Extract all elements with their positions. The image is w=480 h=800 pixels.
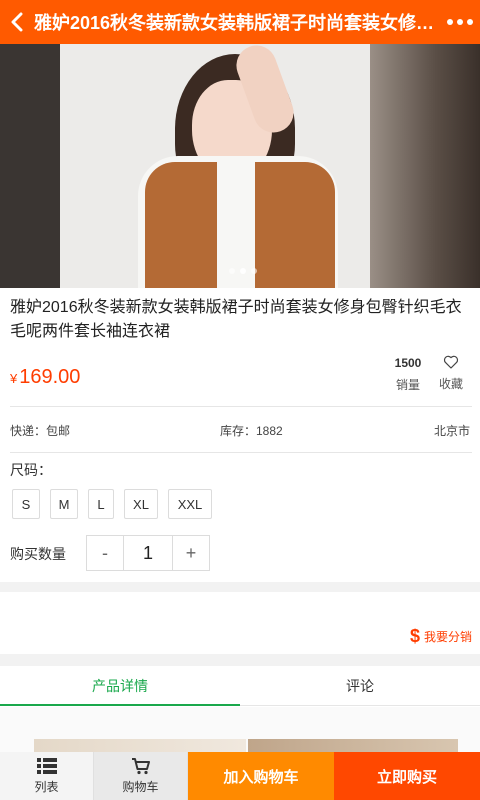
tab-product-details[interactable]: 产品详情 — [0, 666, 240, 706]
model-vest-right — [255, 162, 335, 288]
favorite-label: 收藏 — [438, 377, 463, 391]
size-option-xxl[interactable]: XXL — [168, 489, 212, 519]
chevron-left-icon — [11, 12, 23, 32]
add-to-cart-button[interactable]: 加入购物车 — [188, 752, 334, 800]
price-value: 169.00 — [19, 366, 81, 388]
size-option-s[interactable]: S — [12, 489, 40, 519]
carousel-dot[interactable] — [251, 268, 257, 274]
quantity-increase-button[interactable]: + — [173, 536, 209, 570]
more-button[interactable] — [440, 0, 480, 44]
shipping-info: 快递：包邮 — [10, 424, 71, 438]
product-image-carousel[interactable] — [0, 44, 480, 288]
more-dot — [467, 19, 473, 25]
divider — [10, 406, 472, 407]
cart-button[interactable]: 购物车 — [94, 752, 188, 800]
list-icon — [36, 758, 57, 774]
detail-image — [248, 739, 458, 753]
product-detail-content — [0, 707, 480, 753]
model-vest-left — [145, 162, 217, 288]
carousel-dot[interactable] — [229, 268, 235, 274]
distribute-label: 我要分销 — [423, 630, 472, 644]
quantity-decrease-button[interactable]: - — [87, 536, 123, 570]
list-label: 列表 — [34, 780, 59, 794]
dollar-icon: $ — [409, 626, 420, 646]
tab-reviews[interactable]: 评论 — [240, 666, 480, 705]
image-background — [0, 44, 60, 288]
distribute-link[interactable]: $ 我要分销 — [410, 626, 472, 647]
size-option-xl[interactable]: XL — [124, 489, 158, 519]
carousel-indicator — [229, 268, 257, 274]
currency-symbol: ¥ — [10, 371, 18, 386]
back-button[interactable] — [0, 0, 34, 44]
section-gap — [0, 654, 480, 666]
quantity-label: 购买数量 — [10, 546, 66, 562]
sales-count: 1500 — [394, 356, 422, 370]
sales-label: 销量 — [395, 378, 420, 392]
carousel-dot-active[interactable] — [240, 268, 246, 274]
more-dots-icon — [447, 19, 453, 25]
detail-image — [34, 739, 246, 753]
stock-info: 库存：1882 — [220, 424, 283, 438]
favorite-button[interactable]: 收藏 — [434, 354, 468, 392]
list-button[interactable]: 列表 — [0, 752, 94, 800]
buy-now-button[interactable]: 立即购买 — [334, 752, 480, 800]
size-options: S M L XL XXL — [12, 489, 212, 519]
sales-stat: 1500 销量 — [388, 356, 428, 393]
product-name: 雅妒2016秋冬装新款女装韩版裙子时尚套装女修身包臀针织毛衣毛呢两件套长袖连衣裙 — [10, 299, 462, 340]
detail-tabs: 产品详情 评论 — [0, 666, 480, 706]
image-background — [370, 44, 480, 288]
quantity-value[interactable]: 1 — [123, 536, 173, 570]
heart-icon — [443, 355, 459, 369]
location-info: 北京市 — [433, 424, 470, 438]
product-price: ¥169.00 — [10, 366, 80, 389]
quantity-stepper: - 1 + — [86, 535, 210, 571]
divider — [10, 452, 472, 453]
top-bar: 雅妒2016秋冬装新款女装韩版裙子时尚套装女修身包臀针织毛衣毛呢两件套长袖连衣裙 — [0, 0, 480, 44]
size-option-l[interactable]: L — [88, 489, 114, 519]
cart-icon — [131, 758, 150, 775]
cart-label: 购物车 — [122, 780, 159, 794]
size-option-m[interactable]: M — [50, 489, 78, 519]
size-label: 尺码： — [10, 462, 52, 478]
bottom-action-bar: 列表 购物车 加入购物车 立即购买 — [0, 752, 480, 800]
page-title: 雅妒2016秋冬装新款女装韩版裙子时尚套装女修身包臀针织毛衣毛呢两件套长袖连衣裙 — [34, 13, 440, 33]
more-dot — [457, 19, 463, 25]
section-gap — [0, 582, 480, 592]
